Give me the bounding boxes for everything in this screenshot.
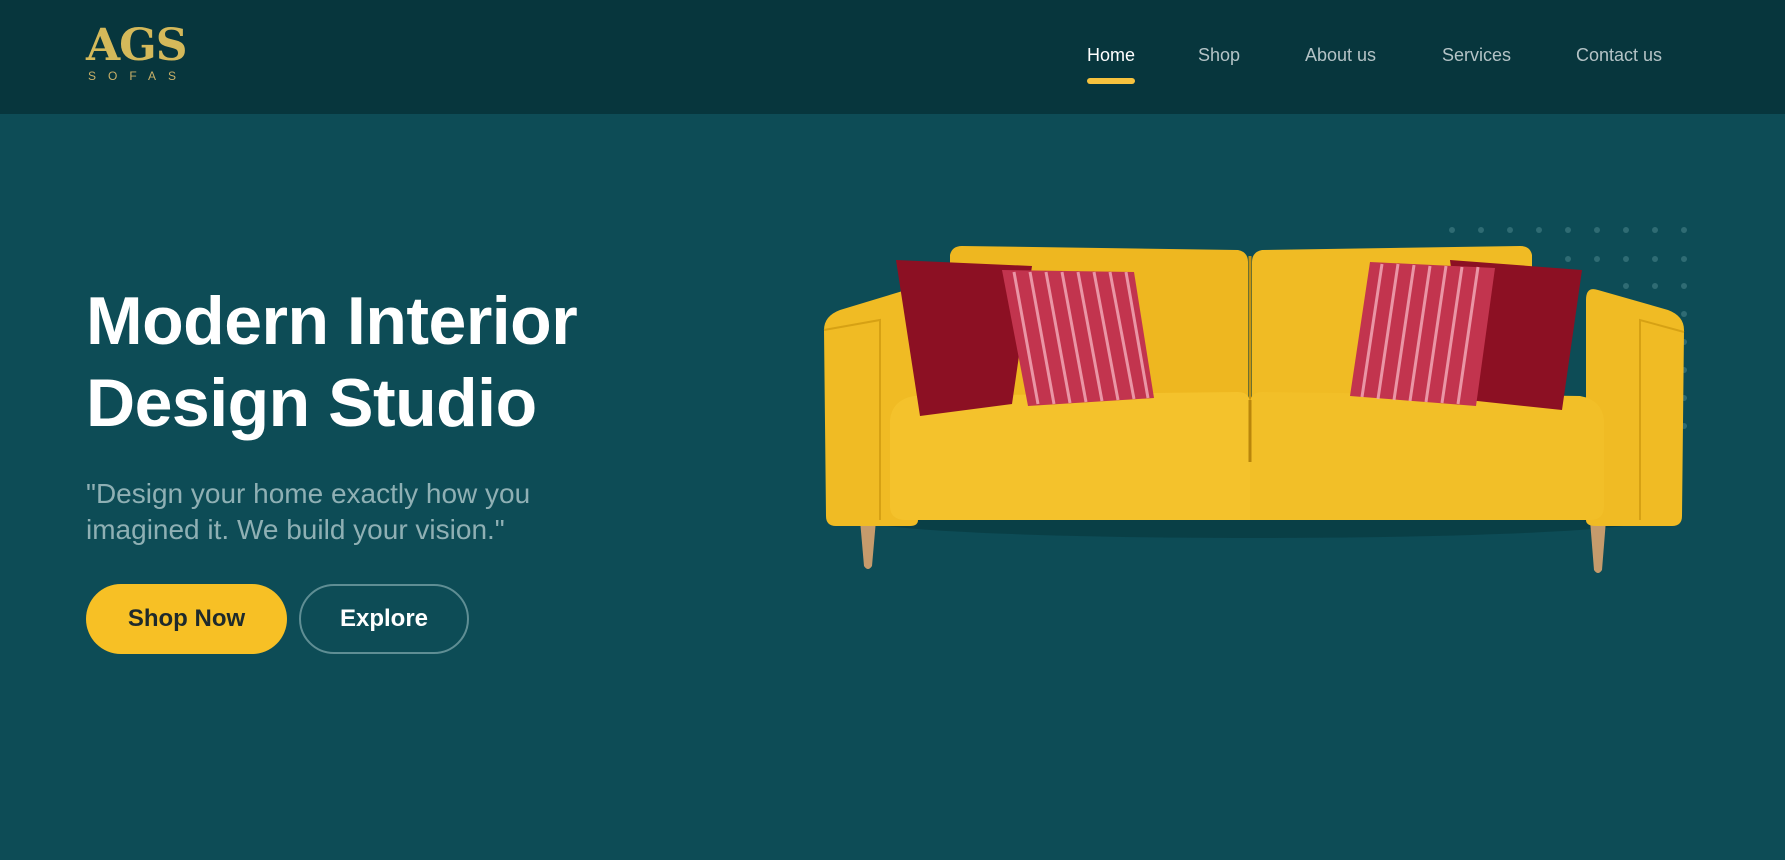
nav-item-label: Contact us (1576, 45, 1663, 65)
nav-item-about[interactable]: About us (1305, 42, 1376, 68)
logo-subtitle: SOFAS (88, 69, 189, 83)
nav-item-label: Home (1087, 45, 1136, 65)
nav-item-services[interactable]: Services (1442, 42, 1511, 68)
nav-item-label: Shop (1198, 45, 1241, 65)
active-nav-indicator (1087, 78, 1136, 84)
hero-title: Modern Interior Design Studio (86, 280, 726, 444)
shop-now-button[interactable]: Shop Now (86, 584, 287, 654)
hero-title-line-1: Modern Interior (86, 283, 578, 359)
nav-item-contact[interactable]: Contact us (1576, 42, 1662, 68)
nav-item-shop[interactable]: Shop (1198, 42, 1240, 68)
site-header: AGS SOFAS Home Shop About us Services Co… (0, 0, 1785, 114)
hero-title-line-2: Design Studio (86, 365, 537, 441)
explore-button[interactable]: Explore (299, 584, 469, 654)
hero-tagline: "Design your home exactly how you imagin… (86, 478, 531, 545)
logo-mark: AGS (86, 20, 188, 71)
nav-item-home[interactable]: Home (1087, 42, 1136, 84)
nav-item-label: About us (1305, 45, 1377, 65)
sofa-image (823, 246, 1685, 573)
logo[interactable]: AGS SOFAS (86, 24, 196, 88)
page: AGS SOFAS Home Shop About us Services Co… (0, 0, 1785, 860)
nav-item-label: Services (1442, 45, 1512, 65)
